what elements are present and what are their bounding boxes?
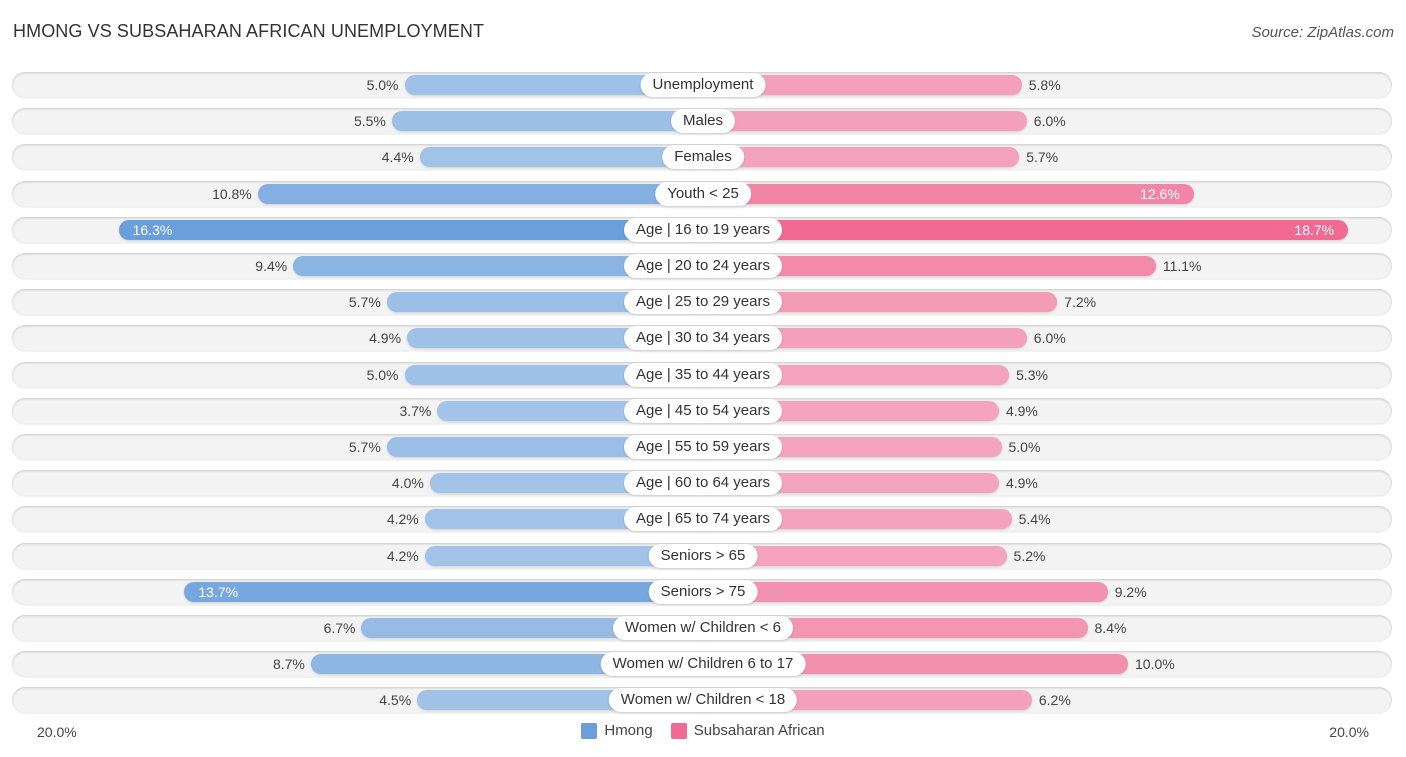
value-label-hmong: 8.7% xyxy=(272,656,305,673)
value-label-hmong: 13.7% xyxy=(198,583,239,600)
value-label-subsaharan-african: 5.3% xyxy=(1016,366,1048,383)
value-label-subsaharan-african: 5.4% xyxy=(1018,511,1051,528)
category-label: Women w/ Children < 6 xyxy=(612,616,794,640)
value-label-subsaharan-african: 11.1% xyxy=(1162,258,1202,274)
legend-label-hmong: Hmong xyxy=(604,722,653,739)
value-label-subsaharan-african: 10.0% xyxy=(1135,656,1175,673)
value-label-hmong: 16.3% xyxy=(132,221,173,238)
bar-hmong[interactable] xyxy=(391,111,703,132)
category-label: Age | 35 to 44 years xyxy=(624,362,782,387)
bar-subsaharan-african[interactable] xyxy=(703,147,1020,168)
value-label-subsaharan-african: 6.0% xyxy=(1033,113,1066,130)
category-label: Age | 20 to 24 years xyxy=(624,254,782,278)
legend: Hmong Subsaharan African xyxy=(0,722,1406,739)
legend-label-subsaharan-african: Subsaharan African xyxy=(693,722,825,739)
category-label: Age | 55 to 59 years xyxy=(624,435,782,459)
bar-subsaharan-african[interactable] xyxy=(703,111,1027,132)
bar-hmong[interactable] xyxy=(419,147,703,168)
legend-item-hmong[interactable]: Hmong xyxy=(581,722,653,739)
bar-hmong[interactable] xyxy=(118,219,703,240)
category-label: Females xyxy=(662,145,744,170)
value-label-subsaharan-african: 7.2% xyxy=(1064,294,1097,311)
category-label: Males xyxy=(670,109,736,134)
value-label-subsaharan-african: 5.7% xyxy=(1026,149,1059,166)
category-label: Seniors > 65 xyxy=(648,543,758,568)
bar-hmong[interactable] xyxy=(257,183,703,204)
bar-subsaharan-african[interactable] xyxy=(703,581,1108,602)
value-label-hmong: 5.7% xyxy=(348,439,381,455)
value-label-hmong: 3.7% xyxy=(399,402,432,419)
value-label-hmong: 10.8% xyxy=(212,185,252,202)
value-label-subsaharan-african: 6.2% xyxy=(1038,692,1071,709)
category-label: Women w/ Children 6 to 17 xyxy=(600,652,806,677)
value-label-subsaharan-african: 5.2% xyxy=(1013,547,1046,564)
value-label-subsaharan-african: 4.9% xyxy=(1005,475,1038,492)
category-label: Age | 45 to 54 years xyxy=(624,398,782,423)
value-label-subsaharan-african: 18.7% xyxy=(1294,221,1335,238)
value-label-hmong: 6.7% xyxy=(323,620,356,636)
value-label-hmong: 5.0% xyxy=(366,366,399,383)
value-label-hmong: 4.5% xyxy=(379,692,412,709)
value-label-hmong: 4.9% xyxy=(369,330,402,347)
value-label-hmong: 4.4% xyxy=(381,149,414,166)
value-label-subsaharan-african: 4.9% xyxy=(1005,402,1038,419)
category-label: Seniors > 75 xyxy=(648,579,758,604)
value-label-subsaharan-african: 8.4% xyxy=(1094,620,1127,636)
category-label: Age | 25 to 29 years xyxy=(624,290,782,315)
chart-area: 5.0% 5.8% Unemployment 5.5% 6.0% Males 4.4% 5.7… xyxy=(0,0,1406,757)
value-label-subsaharan-african: 12.6% xyxy=(1140,185,1180,202)
category-label: Age | 30 to 34 years xyxy=(624,326,782,351)
value-label-subsaharan-african: 5.0% xyxy=(1008,439,1041,455)
category-label: Age | 60 to 64 years xyxy=(624,471,782,496)
category-label: Youth < 25 xyxy=(655,181,751,206)
value-label-hmong: 9.4% xyxy=(255,258,288,274)
value-label-subsaharan-african: 5.8% xyxy=(1028,77,1061,93)
bar-subsaharan-african[interactable] xyxy=(703,219,1349,240)
bar-subsaharan-african[interactable] xyxy=(703,183,1194,204)
value-label-subsaharan-african: 9.2% xyxy=(1114,583,1147,600)
value-label-hmong: 5.7% xyxy=(348,294,381,311)
value-label-subsaharan-african: 6.0% xyxy=(1033,330,1066,347)
legend-swatch-subsaharan-african xyxy=(670,722,687,739)
bar-hmong[interactable] xyxy=(184,581,703,602)
category-label: Women w/ Children < 18 xyxy=(608,688,798,713)
value-label-hmong: 4.2% xyxy=(386,547,419,564)
value-label-hmong: 4.2% xyxy=(386,511,419,528)
category-label: Age | 16 to 19 years xyxy=(624,217,782,242)
legend-item-subsaharan-african[interactable]: Subsaharan African xyxy=(670,722,825,739)
value-label-hmong: 5.5% xyxy=(353,113,386,130)
category-label: Unemployment xyxy=(640,73,766,97)
category-label: Age | 65 to 74 years xyxy=(624,507,782,532)
value-label-hmong: 4.0% xyxy=(391,475,424,492)
legend-swatch-hmong xyxy=(581,722,598,739)
value-label-hmong: 5.0% xyxy=(366,77,399,93)
